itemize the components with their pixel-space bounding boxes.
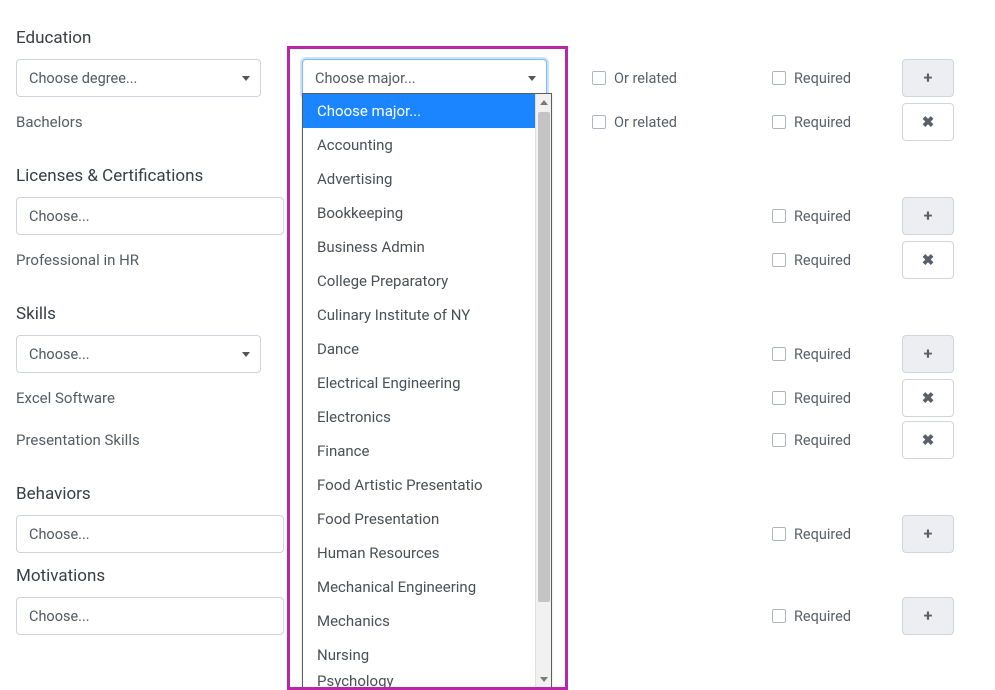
- chevron-down-icon: [528, 76, 536, 81]
- education-item-label: Bachelors: [16, 113, 302, 131]
- skill-item-label: Presentation Skills: [16, 431, 302, 449]
- major-select-value: Choose major...: [315, 70, 416, 87]
- remove-button[interactable]: ✖: [902, 379, 954, 417]
- motivation-select[interactable]: Choose...: [16, 597, 284, 635]
- major-option[interactable]: Food Artistic Presentatio: [303, 468, 535, 502]
- required-checkbox[interactable]: Required: [772, 208, 851, 225]
- motivation-select-value: Choose...: [29, 608, 90, 625]
- required-checkbox[interactable]: Required: [772, 432, 851, 449]
- required-checkbox[interactable]: Required: [772, 114, 851, 131]
- required-checkbox[interactable]: Required: [772, 390, 851, 407]
- major-option[interactable]: Advertising: [303, 162, 535, 196]
- chevron-down-icon: [242, 352, 250, 357]
- checkbox-icon: [592, 115, 606, 129]
- required-checkbox[interactable]: Required: [772, 608, 851, 625]
- major-dropdown-panel[interactable]: Choose major...AccountingAdvertisingBook…: [302, 93, 552, 688]
- major-option[interactable]: Bookkeeping: [303, 196, 535, 230]
- major-option[interactable]: Business Admin: [303, 230, 535, 264]
- major-option[interactable]: Nursing: [303, 638, 535, 672]
- license-select-value: Choose...: [29, 208, 90, 225]
- major-option[interactable]: Food Presentation: [303, 502, 535, 536]
- checkbox-icon: [772, 391, 786, 405]
- major-option[interactable]: Finance: [303, 434, 535, 468]
- major-option[interactable]: Choose major...: [303, 94, 535, 128]
- behavior-select[interactable]: Choose...: [16, 515, 284, 553]
- plus-icon: +: [924, 346, 933, 362]
- or-related-checkbox[interactable]: Or related: [592, 70, 677, 87]
- or-related-label: Or related: [614, 70, 677, 87]
- close-icon: ✖: [922, 391, 935, 406]
- required-label: Required: [794, 70, 851, 87]
- add-button[interactable]: +: [902, 197, 954, 235]
- major-select[interactable]: Choose major...: [302, 59, 547, 97]
- add-button[interactable]: +: [902, 335, 954, 373]
- required-label: Required: [794, 114, 851, 131]
- major-option[interactable]: Electronics: [303, 400, 535, 434]
- skill-item-label: Excel Software: [16, 389, 302, 407]
- major-option[interactable]: Culinary Institute of NY: [303, 298, 535, 332]
- checkbox-icon: [772, 527, 786, 541]
- major-option[interactable]: Mechanics: [303, 604, 535, 638]
- skill-select[interactable]: Choose...: [16, 335, 261, 373]
- checkbox-icon: [772, 115, 786, 129]
- required-checkbox[interactable]: Required: [772, 526, 851, 543]
- skill-select-value: Choose...: [29, 346, 90, 363]
- close-icon: ✖: [922, 115, 935, 130]
- plus-icon: +: [924, 70, 933, 86]
- plus-icon: +: [924, 208, 933, 224]
- checkbox-icon: [772, 609, 786, 623]
- checkbox-icon: [772, 209, 786, 223]
- checkbox-icon: [772, 433, 786, 447]
- remove-button[interactable]: ✖: [902, 241, 954, 279]
- education-title: Education: [16, 28, 979, 48]
- plus-icon: +: [924, 608, 933, 624]
- required-label: Required: [794, 390, 851, 407]
- major-option[interactable]: College Preparatory: [303, 264, 535, 298]
- license-item-label: Professional in HR: [16, 251, 302, 269]
- major-option[interactable]: Human Resources: [303, 536, 535, 570]
- required-label: Required: [794, 346, 851, 363]
- required-label: Required: [794, 526, 851, 543]
- major-option[interactable]: Mechanical Engineering: [303, 570, 535, 604]
- major-option[interactable]: Accounting: [303, 128, 535, 162]
- add-button[interactable]: +: [902, 597, 954, 635]
- major-option[interactable]: Psychology: [303, 672, 535, 687]
- dropdown-scrollbar[interactable]: [535, 94, 551, 687]
- scroll-up-arrow-icon[interactable]: [536, 94, 552, 110]
- remove-button[interactable]: ✖: [902, 421, 954, 459]
- checkbox-icon: [772, 71, 786, 85]
- major-option[interactable]: Electrical Engineering: [303, 366, 535, 400]
- or-related-label: Or related: [614, 114, 677, 131]
- behavior-select-value: Choose...: [29, 526, 90, 543]
- required-label: Required: [794, 208, 851, 225]
- required-label: Required: [794, 252, 851, 269]
- checkbox-icon: [592, 71, 606, 85]
- checkbox-icon: [772, 347, 786, 361]
- required-checkbox[interactable]: Required: [772, 252, 851, 269]
- or-related-checkbox[interactable]: Or related: [592, 114, 677, 131]
- required-checkbox[interactable]: Required: [772, 70, 851, 87]
- add-button[interactable]: +: [902, 59, 954, 97]
- license-select[interactable]: Choose...: [16, 197, 284, 235]
- major-option[interactable]: Dance: [303, 332, 535, 366]
- degree-select-value: Choose degree...: [29, 70, 137, 87]
- required-checkbox[interactable]: Required: [772, 346, 851, 363]
- remove-button[interactable]: ✖: [902, 103, 954, 141]
- checkbox-icon: [772, 253, 786, 267]
- required-label: Required: [794, 608, 851, 625]
- required-label: Required: [794, 432, 851, 449]
- chevron-down-icon: [242, 76, 250, 81]
- degree-select[interactable]: Choose degree...: [16, 59, 261, 97]
- close-icon: ✖: [922, 433, 935, 448]
- plus-icon: +: [924, 526, 933, 542]
- add-button[interactable]: +: [902, 515, 954, 553]
- scrollbar-thumb[interactable]: [538, 112, 550, 602]
- scroll-down-arrow-icon[interactable]: [536, 671, 552, 687]
- close-icon: ✖: [922, 253, 935, 268]
